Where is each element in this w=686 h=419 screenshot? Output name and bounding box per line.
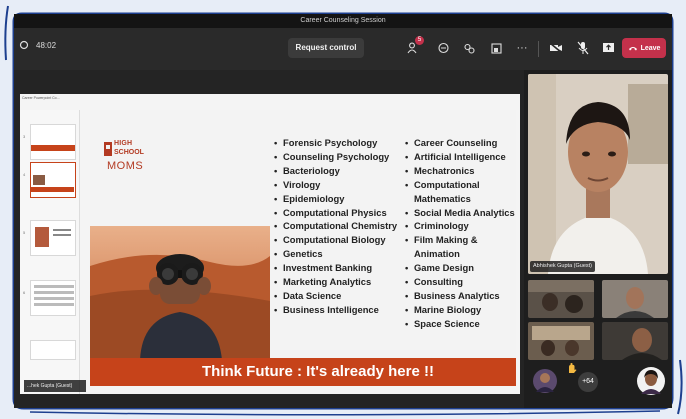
thumb-number: 5 bbox=[23, 230, 26, 235]
career-list-right: Career Counseling Artificial Intelligenc… bbox=[405, 136, 517, 331]
leave-label: Leave bbox=[640, 44, 661, 52]
window-title: Career Counseling Session bbox=[14, 14, 672, 28]
leave-button[interactable]: Leave bbox=[622, 38, 666, 58]
career-item: Computational Chemistry bbox=[274, 219, 408, 233]
thumb-number: 6 bbox=[23, 290, 26, 295]
slide-banner: Think Future : It's already here !! bbox=[90, 358, 516, 386]
career-item: Film Making & Animation bbox=[405, 233, 517, 261]
camera-off-button[interactable] bbox=[548, 40, 564, 56]
participants-badge: 5 bbox=[415, 36, 424, 45]
career-item: Marine Biology bbox=[405, 303, 517, 317]
participant-video-tile[interactable] bbox=[528, 280, 594, 318]
career-item: Social Media Analytics bbox=[405, 206, 517, 220]
career-item: Data Science bbox=[274, 289, 408, 303]
career-item: Investment Banking bbox=[274, 261, 408, 275]
career-item: Computational Physics bbox=[274, 206, 408, 220]
speaker-name-label: Abhishek Gupta (Guest) bbox=[530, 261, 596, 272]
request-control-button[interactable]: Request control bbox=[288, 38, 364, 58]
participant-avatar[interactable] bbox=[532, 368, 558, 394]
career-item: Genetics bbox=[274, 247, 408, 261]
reactions-icon bbox=[463, 43, 475, 54]
slide-thumbnails: 3 4 5 6 bbox=[20, 110, 80, 394]
career-item: Marketing Analytics bbox=[274, 275, 408, 289]
slide-thumbnail[interactable] bbox=[30, 280, 76, 316]
shared-content-stage: Career Powerpoint Co... 3 4 5 6 HIGH SCH… bbox=[14, 70, 524, 408]
participant-video-tile[interactable] bbox=[602, 280, 668, 318]
career-item: Career Counseling bbox=[405, 136, 517, 150]
thumb-number: 3 bbox=[23, 134, 26, 139]
career-item: Bacteriology bbox=[274, 164, 408, 178]
logo-mark-icon bbox=[104, 142, 112, 156]
rooms-button[interactable] bbox=[488, 40, 504, 56]
reactions-button[interactable] bbox=[461, 40, 477, 56]
screenshot-frame: Career Counseling Session 48:02 Request … bbox=[0, 0, 686, 419]
toolbar-divider bbox=[538, 41, 539, 57]
mic-off-icon bbox=[577, 41, 589, 55]
binoculars-photo bbox=[90, 226, 270, 360]
career-item: Artificial Intelligence bbox=[405, 150, 517, 164]
back-icon[interactable] bbox=[18, 39, 30, 51]
logo-text-school: SCHOOL bbox=[114, 149, 144, 156]
participant-avatar[interactable] bbox=[636, 366, 666, 396]
career-item: Mechatronics bbox=[405, 164, 517, 178]
slide-thumbnail[interactable] bbox=[30, 220, 76, 256]
career-item: Space Science bbox=[405, 317, 517, 331]
chat-icon bbox=[437, 42, 449, 53]
phone-hangup-icon bbox=[628, 47, 637, 51]
chat-button[interactable] bbox=[435, 40, 451, 56]
career-list-left: Forensic Psychology Counseling Psycholog… bbox=[274, 136, 408, 317]
presenter-name-label: ...hek Gupta (Guest) bbox=[24, 380, 86, 392]
logo-text-moms: MOMS bbox=[107, 160, 144, 172]
more-options-icon[interactable]: ··· bbox=[514, 40, 530, 56]
slide-thumbnail-selected[interactable] bbox=[30, 162, 76, 198]
logo-text-high: HIGH bbox=[114, 140, 133, 147]
meeting-timer: 48:02 bbox=[36, 40, 57, 50]
career-item: Computational Biology bbox=[274, 233, 408, 247]
participant-video-tile[interactable] bbox=[528, 322, 594, 360]
career-item: Forensic Psychology bbox=[274, 136, 408, 150]
teams-meeting-window: Career Counseling Session 48:02 Request … bbox=[14, 14, 672, 408]
share-icon bbox=[602, 43, 614, 52]
career-item: Business Analytics bbox=[405, 289, 517, 303]
high-school-moms-logo: HIGH SCHOOL MOMS bbox=[104, 140, 164, 190]
career-item: Computational Mathematics bbox=[405, 178, 517, 206]
toolbar-left: 48:02 bbox=[18, 39, 56, 51]
presentation-file-title: Career Powerpoint Co... bbox=[22, 96, 60, 100]
meeting-toolbar: 48:02 Request control 5 ··· Leave bbox=[14, 28, 672, 70]
camera-off-icon bbox=[549, 42, 563, 54]
speaker-video[interactable]: Abhishek Gupta (Guest) bbox=[528, 74, 668, 274]
participant-overflow-row: +64 bbox=[528, 362, 668, 402]
raised-hand-icon bbox=[569, 363, 577, 373]
slide-thumbnail[interactable] bbox=[30, 340, 76, 360]
current-slide: HIGH SCHOOL MOMS • Forensic Psychology •… bbox=[90, 110, 516, 386]
mic-off-button[interactable] bbox=[575, 40, 591, 56]
career-item: Consulting bbox=[405, 275, 517, 289]
career-item: Game Design bbox=[405, 261, 517, 275]
thumb-number: 4 bbox=[23, 172, 26, 177]
career-item: Virology bbox=[274, 178, 408, 192]
career-item: Business Intelligence bbox=[274, 303, 408, 317]
powerpoint-live-view: Career Powerpoint Co... 3 4 5 6 HIGH SCH… bbox=[20, 94, 520, 394]
career-item: Criminology bbox=[405, 219, 517, 233]
share-button[interactable] bbox=[600, 40, 616, 56]
slide-thumbnail[interactable] bbox=[30, 124, 76, 160]
career-item: Counseling Psychology bbox=[274, 150, 408, 164]
rooms-icon bbox=[490, 42, 502, 54]
participant-panel: Abhishek Gupta (Guest) +64 bbox=[524, 70, 672, 408]
career-item: Epidemiology bbox=[274, 192, 408, 206]
participants-button[interactable]: 5 bbox=[406, 36, 424, 56]
more-participants-count[interactable]: +64 bbox=[578, 372, 598, 392]
participant-video-tile[interactable] bbox=[602, 322, 668, 360]
